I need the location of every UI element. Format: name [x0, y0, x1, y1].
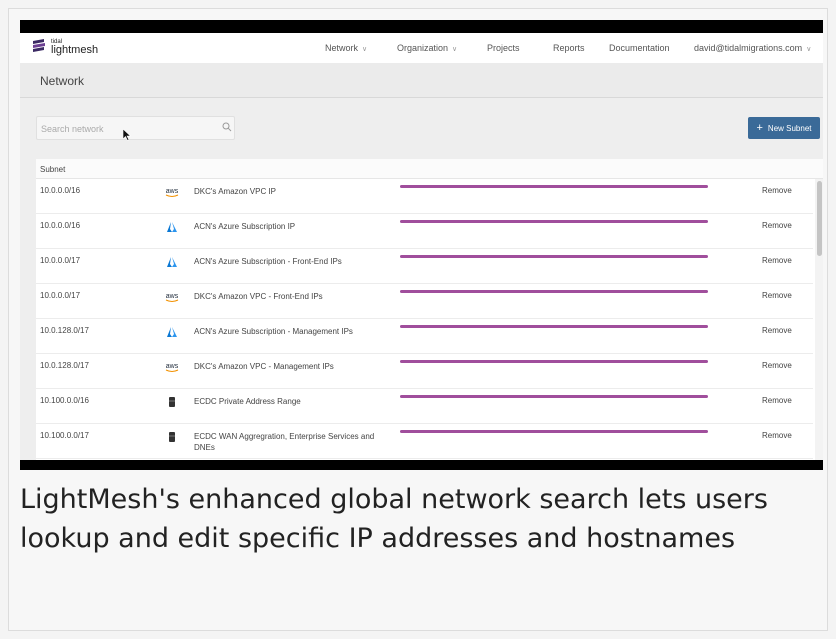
nav-item-organization[interactable]: Organization ∨ [397, 33, 457, 63]
search-box[interactable] [36, 116, 235, 140]
subnet-name-cell: DKC's Amazon VPC - Front-End IPs [194, 292, 323, 301]
subnet-cell: 10.0.0.0/17 [40, 256, 81, 265]
top-navbar: tidal lightmesh Network ∨ Organization ∨ Pro… [20, 33, 823, 63]
svg-text:aws: aws [166, 293, 179, 300]
logo-icon [33, 39, 45, 52]
nav-item-label: david@tidalmigrations.com [694, 43, 803, 53]
remove-button[interactable]: Remove [762, 361, 792, 370]
app-window: tidal lightmesh Network ∨ Organization ∨ Pro… [20, 33, 823, 460]
svg-text:aws: aws [166, 188, 179, 195]
usage-bar [400, 360, 708, 363]
usage-bar [400, 255, 708, 258]
subnet-cell: 10.0.0.0/16 [40, 186, 81, 195]
search-icon[interactable] [222, 122, 232, 132]
remove-button[interactable]: Remove [762, 431, 792, 440]
page-title: Network [40, 74, 85, 88]
new-subnet-label: New Subnet [767, 123, 812, 133]
usage-bar [400, 395, 708, 398]
remove-button[interactable]: Remove [762, 186, 792, 195]
nav-item-projects[interactable]: Projects [487, 33, 520, 63]
chevron-down-icon: ∨ [806, 46, 812, 53]
page-header: Network [20, 63, 823, 98]
subnet-cell: 10.0.0.0/17 [40, 291, 81, 300]
screenshot: tidal lightmesh Network ∨ Organization ∨ Pro… [20, 20, 823, 470]
table-row[interactable]: 10.100.0.0/17 ECDC WAN Aggregration, Ente… [36, 424, 813, 459]
chevron-down-icon: ∨ [362, 46, 368, 53]
logo[interactable]: tidal lightmesh [32, 38, 99, 56]
logo-text: tidal lightmesh [51, 38, 99, 56]
subnet-cell: 10.0.128.0/17 [40, 361, 89, 370]
nav-item-reports[interactable]: Reports [553, 33, 585, 63]
remove-button[interactable]: Remove [762, 256, 792, 265]
nav-item-label: Organization [397, 43, 449, 53]
server-icon [169, 432, 175, 442]
aws-icon: aws [166, 188, 179, 197]
aws-icon: aws [166, 293, 179, 302]
figure-caption: LightMesh's enhanced global network sear… [20, 484, 768, 554]
nav-item-network[interactable]: Network ∨ [325, 33, 367, 63]
azure-icon [167, 257, 177, 267]
subnet-cell: 10.0.128.0/17 [40, 326, 89, 335]
remove-button[interactable]: Remove [762, 221, 792, 230]
remove-button[interactable]: Remove [762, 326, 792, 335]
azure-icon [167, 327, 177, 337]
svg-text:aws: aws [166, 363, 179, 370]
subnet-name-cell: ACN's Azure Subscription - Front-End IPs [194, 257, 342, 266]
subnet-cell: 10.0.0.0/16 [40, 221, 81, 230]
subnet-cell: 10.100.0.0/16 [40, 396, 89, 405]
remove-button[interactable]: Remove [762, 396, 792, 405]
subnet-cell: 10.100.0.0/17 [40, 431, 89, 440]
table-row[interactable]: 10.0.128.0/17 aws DKC's Amazon VPC - Manag… [36, 354, 813, 389]
subnet-name-cell: ACN's Azure Subscription - Management IP… [194, 327, 353, 336]
table-row[interactable]: 10.100.0.0/16 ECDC Private Address Range R… [36, 389, 813, 424]
plus-icon: + [756, 122, 763, 134]
aws-icon: aws [166, 363, 179, 372]
table-row[interactable]: 10.0.0.0/16 aws DKC's Amazon VPC IP Remove [36, 179, 813, 214]
logo-big-text: lightmesh [51, 44, 99, 56]
table-row[interactable]: 10.0.128.0/17 ACN's Azure Subscription - … [36, 319, 813, 354]
scrollbar[interactable] [815, 179, 823, 460]
usage-bar [400, 430, 708, 433]
new-subnet-button[interactable]: + New Subnet [748, 117, 820, 139]
azure-icon [167, 222, 177, 232]
usage-bar [400, 290, 708, 293]
table-row[interactable]: 10.0.0.0/17 ACN's Azure Subscription - Fr… [36, 249, 813, 284]
nav-item-label: Network [325, 43, 359, 53]
chevron-down-icon: ∨ [452, 46, 458, 53]
table-row[interactable]: 10.0.0.0/16 ACN's Azure Subscription IP Re… [36, 214, 813, 249]
subnet-table: Subnet 10.0.0.0/16 aws DKC's Amazon VPC IP… [36, 159, 823, 460]
table-row[interactable]: 10.0.0.0/17 aws DKC's Amazon VPC - Front-E… [36, 284, 813, 319]
nav-item-label: Documentation [609, 43, 670, 53]
subnet-name-cell: DKC's Amazon VPC IP [194, 187, 276, 196]
usage-bar [400, 220, 708, 223]
remove-button[interactable]: Remove [762, 291, 792, 300]
subnet-name-cell: ECDC Private Address Range [194, 397, 301, 406]
nav-item-documentation[interactable]: Documentation [609, 33, 670, 63]
usage-bar [400, 185, 708, 188]
usage-bar [400, 325, 708, 328]
column-header-subnet[interactable]: Subnet [40, 165, 65, 174]
table-header: Subnet [36, 159, 823, 179]
nav-item-label: Projects [487, 43, 520, 53]
subnet-name-cell: DKC's Amazon VPC - Management IPs [194, 362, 334, 371]
server-icon [169, 397, 175, 407]
scrollbar-thumb[interactable] [817, 181, 822, 256]
mouse-cursor-icon [123, 129, 131, 141]
subnet-name-cell: ECDC WAN Aggregration, Enterprise Servic… [194, 432, 375, 452]
subnet-name-cell: ACN's Azure Subscription IP [194, 222, 296, 231]
nav-item-david-tidalmigrations-com[interactable]: david@tidalmigrations.com ∨ [694, 33, 811, 63]
nav-item-label: Reports [553, 43, 585, 53]
